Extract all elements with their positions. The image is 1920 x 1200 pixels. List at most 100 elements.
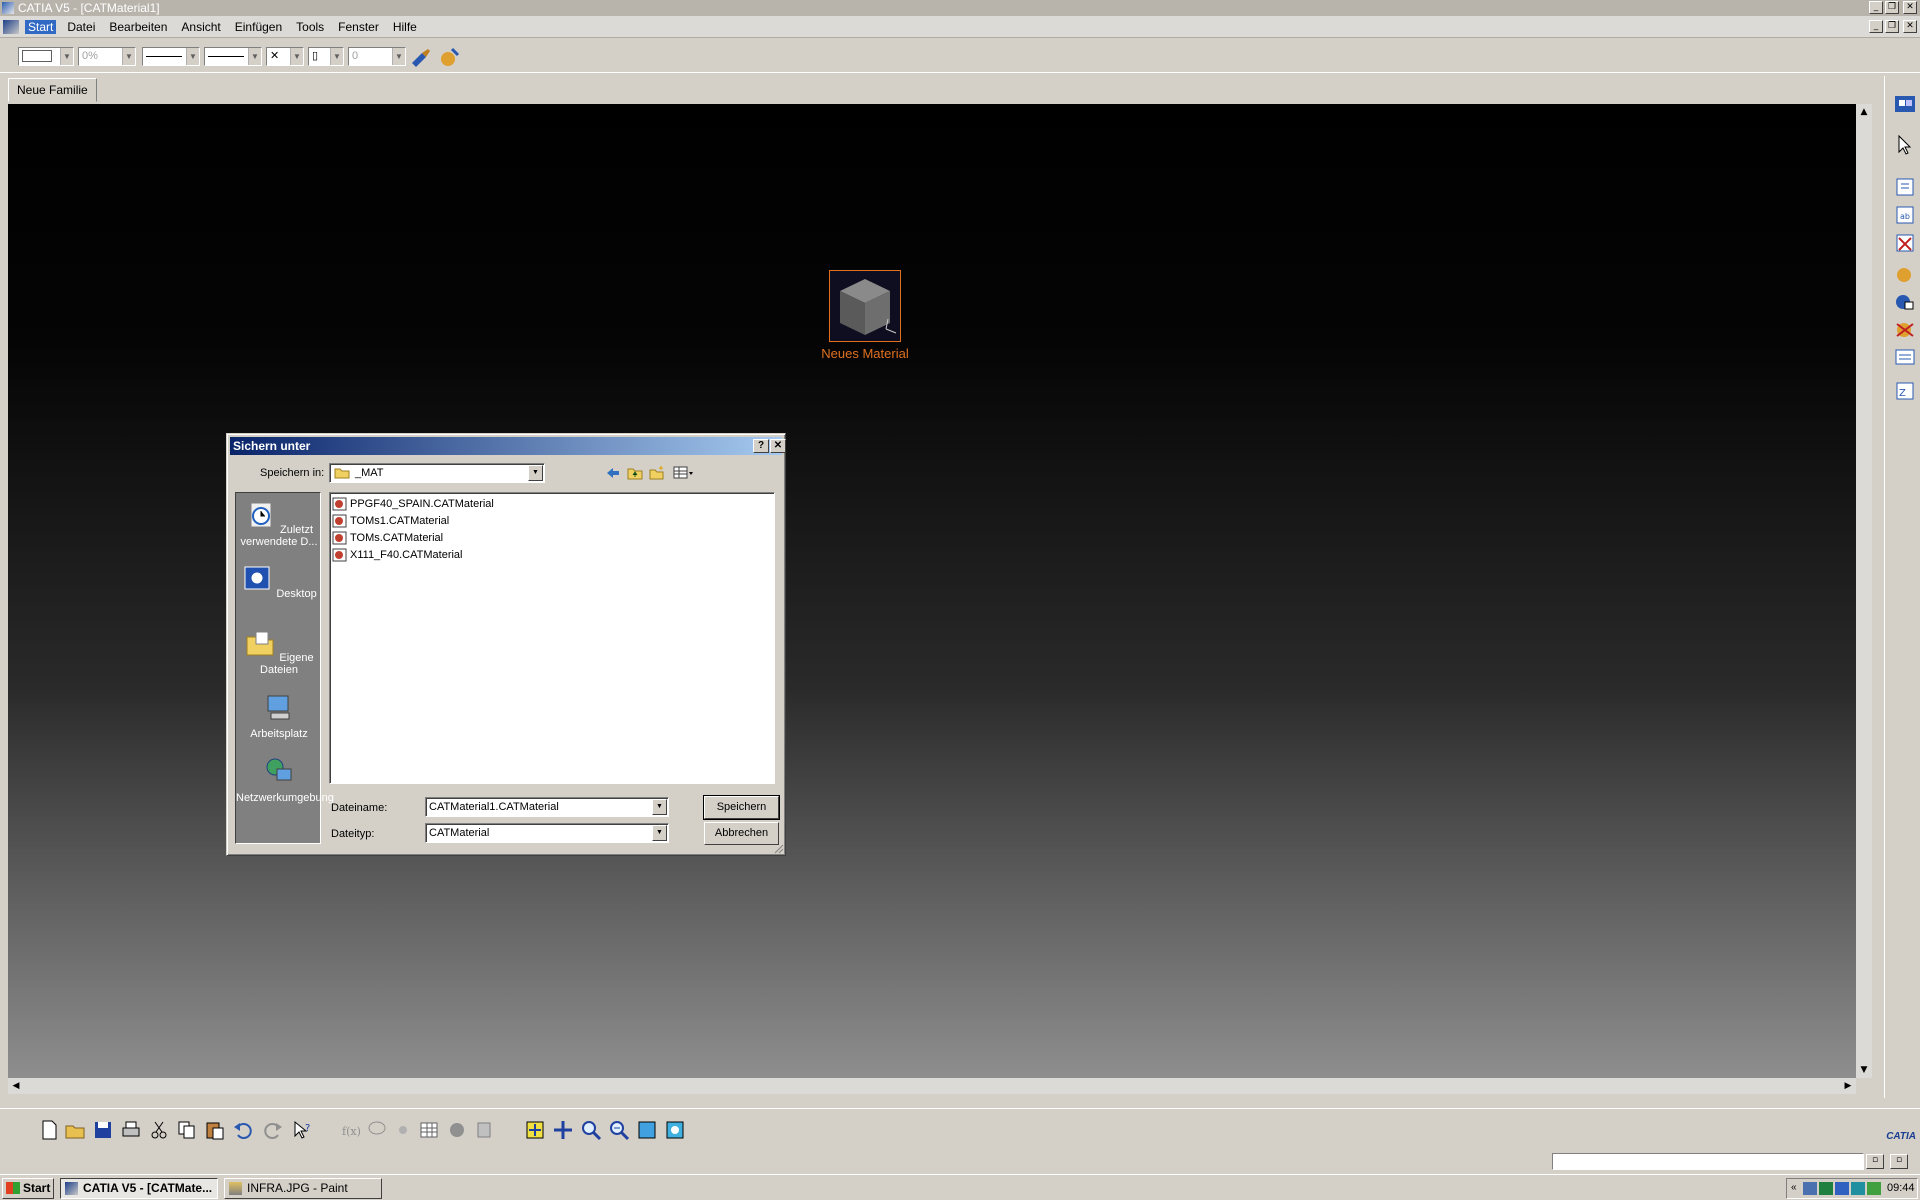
close-icon[interactable]: ✕ [1903, 1, 1917, 14]
transparency-combo[interactable]: 0% ▼ [78, 47, 136, 66]
layer-combo[interactable]: ▯ ▼ [308, 47, 344, 66]
zoom-in-icon[interactable] [580, 1119, 602, 1141]
place-recent[interactable]: Zuletzt verwendete D... [236, 499, 322, 548]
back-icon[interactable] [605, 465, 621, 481]
new-folder-icon[interactable] [649, 465, 665, 481]
fit-all-icon[interactable] [524, 1119, 546, 1141]
delete-material-icon[interactable] [1893, 232, 1917, 254]
remove-link-icon[interactable] [1893, 318, 1917, 340]
tray-monitor-icon[interactable] [1851, 1182, 1865, 1195]
scroll-up-icon[interactable]: ▲ [1856, 104, 1872, 120]
document-icon[interactable] [3, 19, 19, 34]
menu-datei[interactable]: Datei [64, 20, 98, 34]
doc-minimize-icon[interactable]: _ [1869, 20, 1883, 33]
scroll-left-icon[interactable]: ◀ [8, 1078, 24, 1094]
save-in-combo[interactable]: _MAT ▼ [329, 463, 545, 483]
print-icon[interactable] [120, 1119, 142, 1141]
place-my-documents[interactable]: Eigene Dateien [236, 627, 322, 676]
chevron-down-icon[interactable]: ▼ [652, 825, 667, 841]
save-icon[interactable] [92, 1119, 114, 1141]
paste-icon[interactable] [204, 1119, 226, 1141]
new-family-icon[interactable] [1893, 176, 1917, 198]
apply-material-right-icon[interactable] [1893, 262, 1917, 284]
tab-neue-familie[interactable]: Neue Familie [8, 78, 97, 102]
taskbar-catia[interactable]: CATIA V5 - [CATMate... [60, 1178, 218, 1199]
sort-icon[interactable]: Z [1893, 380, 1917, 402]
save-button[interactable]: Speichern [703, 795, 780, 820]
up-folder-icon[interactable] [627, 465, 643, 481]
tray-v-icon[interactable] [1819, 1182, 1833, 1195]
line-type-combo[interactable]: ▼ [204, 47, 262, 66]
new-material-icon[interactable]: ab [1893, 204, 1917, 226]
view-menu-icon[interactable] [673, 465, 695, 481]
undo-icon[interactable] [232, 1119, 254, 1141]
painter-icon[interactable] [410, 47, 432, 67]
menu-fenster[interactable]: Fenster [335, 20, 382, 34]
properties-icon[interactable] [1893, 346, 1917, 368]
vertical-scrollbar[interactable]: ▲ ▼ [1856, 104, 1872, 1078]
tray-expand-icon[interactable]: « [1791, 1182, 1797, 1193]
doc-close-icon[interactable]: ✕ [1903, 20, 1917, 33]
catalog-icon[interactable] [474, 1119, 496, 1141]
menu-ansicht[interactable]: Ansicht [178, 20, 223, 34]
help-button[interactable]: ? [753, 439, 769, 453]
apply-material-icon[interactable] [438, 47, 460, 67]
file-list[interactable]: PPGF40_SPAIN.CATMaterial TOMs1.CATMateri… [329, 492, 775, 784]
place-desktop[interactable]: Desktop [236, 563, 322, 600]
menu-start[interactable]: Start [25, 19, 57, 34]
horizontal-scrollbar[interactable]: ◀ ▶ [8, 1078, 1856, 1094]
tray-shield-icon[interactable] [1835, 1182, 1849, 1195]
material-thumbnail[interactable] [829, 270, 901, 342]
select-arrow-icon[interactable] [1893, 134, 1917, 156]
table-icon[interactable] [418, 1119, 440, 1141]
line-thickness-combo[interactable]: ▼ [142, 47, 200, 66]
resize-grip-icon[interactable] [772, 842, 784, 854]
taskbar-paint[interactable]: INFRA.JPG - Paint [224, 1178, 382, 1199]
redo-icon[interactable] [262, 1119, 284, 1141]
cut-icon[interactable] [148, 1119, 170, 1141]
command-input[interactable] [1552, 1153, 1864, 1170]
link-material-icon[interactable] [1893, 290, 1917, 312]
publish-icon[interactable] [446, 1119, 468, 1141]
pan-icon[interactable] [552, 1119, 574, 1141]
place-network[interactable]: Netzwerkumgebung [236, 755, 334, 804]
filetype-select[interactable]: CATMaterial ▼ [425, 823, 669, 843]
scroll-down-icon[interactable]: ▼ [1856, 1062, 1872, 1078]
new-document-icon[interactable] [38, 1119, 60, 1141]
place-my-computer[interactable]: Arbeitsplatz [236, 691, 322, 740]
minimize-icon[interactable]: _ [1869, 1, 1883, 14]
file-item[interactable]: TOMs.CATMaterial [332, 530, 443, 546]
chevron-down-icon[interactable]: ▼ [528, 465, 543, 481]
clock[interactable]: 09:44 [1887, 1182, 1915, 1194]
scroll-right-icon[interactable]: ▶ [1840, 1078, 1856, 1094]
file-item[interactable]: PPGF40_SPAIN.CATMaterial [332, 496, 494, 512]
start-button[interactable]: Start [2, 1178, 54, 1199]
tray-connection-icon[interactable] [1867, 1182, 1881, 1195]
zoom-out-icon[interactable] [608, 1119, 630, 1141]
normal-view-icon[interactable] [636, 1119, 658, 1141]
thickness-value-combo[interactable]: 0 ▼ [348, 47, 406, 66]
restore-icon[interactable]: ❐ [1885, 1, 1899, 14]
dialog-title-bar[interactable]: Sichern unter ? ✕ [230, 437, 786, 455]
status-button-1[interactable]: ▫ [1866, 1154, 1884, 1169]
catia-app-icon[interactable] [2, 2, 14, 14]
chevron-down-icon[interactable]: ▼ [652, 799, 667, 815]
annotation-icon[interactable] [366, 1119, 388, 1141]
menu-hilfe[interactable]: Hilfe [390, 20, 420, 34]
whats-this-icon[interactable]: ? [292, 1119, 314, 1141]
material-label[interactable]: Neues Material [778, 346, 952, 361]
menu-einfuegen[interactable]: Einfügen [232, 20, 285, 34]
menu-tools[interactable]: Tools [293, 20, 327, 34]
cancel-button[interactable]: Abbrechen [704, 822, 779, 845]
render-style-icon[interactable] [664, 1119, 686, 1141]
doc-restore-icon[interactable]: ❐ [1885, 20, 1899, 33]
filename-input[interactable]: CATMaterial1.CATMaterial ▼ [425, 797, 669, 817]
open-folder-icon[interactable] [64, 1119, 86, 1141]
menu-bearbeiten[interactable]: Bearbeiten [106, 20, 170, 34]
point-symbol-combo[interactable]: ✕ ▼ [266, 47, 304, 66]
file-item[interactable]: X111_F40.CATMaterial [332, 547, 463, 563]
status-button-2[interactable]: ▫ [1890, 1154, 1908, 1169]
workbench-icon[interactable] [1893, 92, 1917, 114]
tray-network-icon[interactable] [1803, 1182, 1817, 1195]
dialog-close-icon[interactable]: ✕ [770, 439, 786, 453]
